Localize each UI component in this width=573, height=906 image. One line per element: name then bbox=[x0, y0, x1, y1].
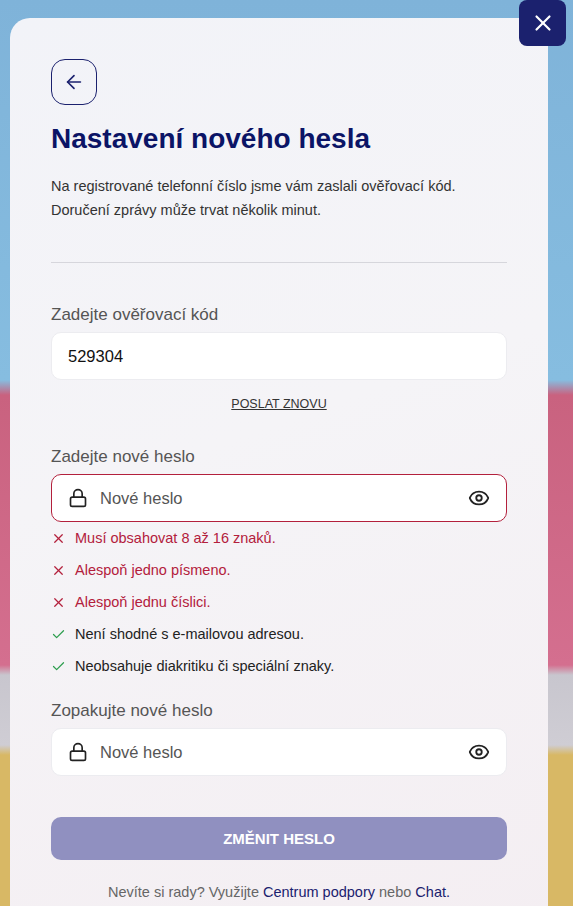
repeat-password-field bbox=[51, 728, 507, 776]
footer-text: Nevíte si rady? Využijte bbox=[108, 884, 259, 900]
password-rule: Neobsahuje diakritiku či speciální znaky… bbox=[51, 650, 507, 682]
page: Nastavení nového hesla Na registrované te… bbox=[0, 0, 573, 906]
eye-icon[interactable] bbox=[468, 487, 490, 509]
cross-icon bbox=[51, 595, 66, 610]
repeat-password-field-input[interactable] bbox=[100, 743, 456, 762]
footer-text: nebo bbox=[379, 884, 411, 900]
footer-link[interactable]: Centrum podpory bbox=[263, 884, 375, 900]
arrow-left-icon bbox=[63, 71, 85, 93]
new-password-label: Zadejte nové heslo bbox=[51, 447, 507, 467]
resend-button[interactable]: POSLAT ZNOVU bbox=[231, 395, 326, 413]
close-button[interactable] bbox=[519, 0, 566, 46]
code-label: Zadejte ověřovací kód bbox=[51, 305, 507, 325]
password-rules: Musí obsahovat 8 až 16 znaků.Alespoň jed… bbox=[51, 522, 507, 682]
description: Na registrované telefonní číslo jsme vám… bbox=[51, 174, 507, 222]
eye-icon[interactable] bbox=[468, 741, 490, 763]
cross-icon bbox=[51, 531, 66, 546]
footer-link[interactable]: Chat. bbox=[415, 884, 450, 900]
password-rule: Alespoň jednu číslici. bbox=[51, 586, 507, 618]
password-rule: Alespoň jedno písmeno. bbox=[51, 554, 507, 586]
footer: Nevíte si rady? Využijte Centrum podpory… bbox=[51, 882, 507, 902]
password-rule: Není shodné s e-mailovou adresou. bbox=[51, 618, 507, 650]
password-rule: Musí obsahovat 8 až 16 znaků. bbox=[51, 522, 507, 554]
divider bbox=[51, 262, 507, 263]
cross-icon bbox=[51, 563, 66, 578]
code-input[interactable] bbox=[68, 347, 490, 366]
lock-icon bbox=[68, 742, 88, 762]
new-password-field bbox=[51, 474, 507, 522]
close-icon bbox=[530, 10, 556, 36]
check-icon bbox=[51, 659, 66, 674]
back-button[interactable] bbox=[51, 59, 97, 105]
submit-button[interactable]: ZMĚNIT HESLO bbox=[51, 817, 507, 860]
new-password-field-input[interactable] bbox=[100, 489, 456, 508]
repeat-password-label: Zopakujte nové heslo bbox=[51, 701, 507, 721]
check-icon bbox=[51, 627, 66, 642]
lock-icon bbox=[68, 488, 88, 508]
code-field bbox=[51, 332, 507, 380]
reset-password-card: Nastavení nového hesla Na registrované te… bbox=[10, 18, 548, 906]
title: Nastavení nového hesla bbox=[51, 122, 507, 156]
